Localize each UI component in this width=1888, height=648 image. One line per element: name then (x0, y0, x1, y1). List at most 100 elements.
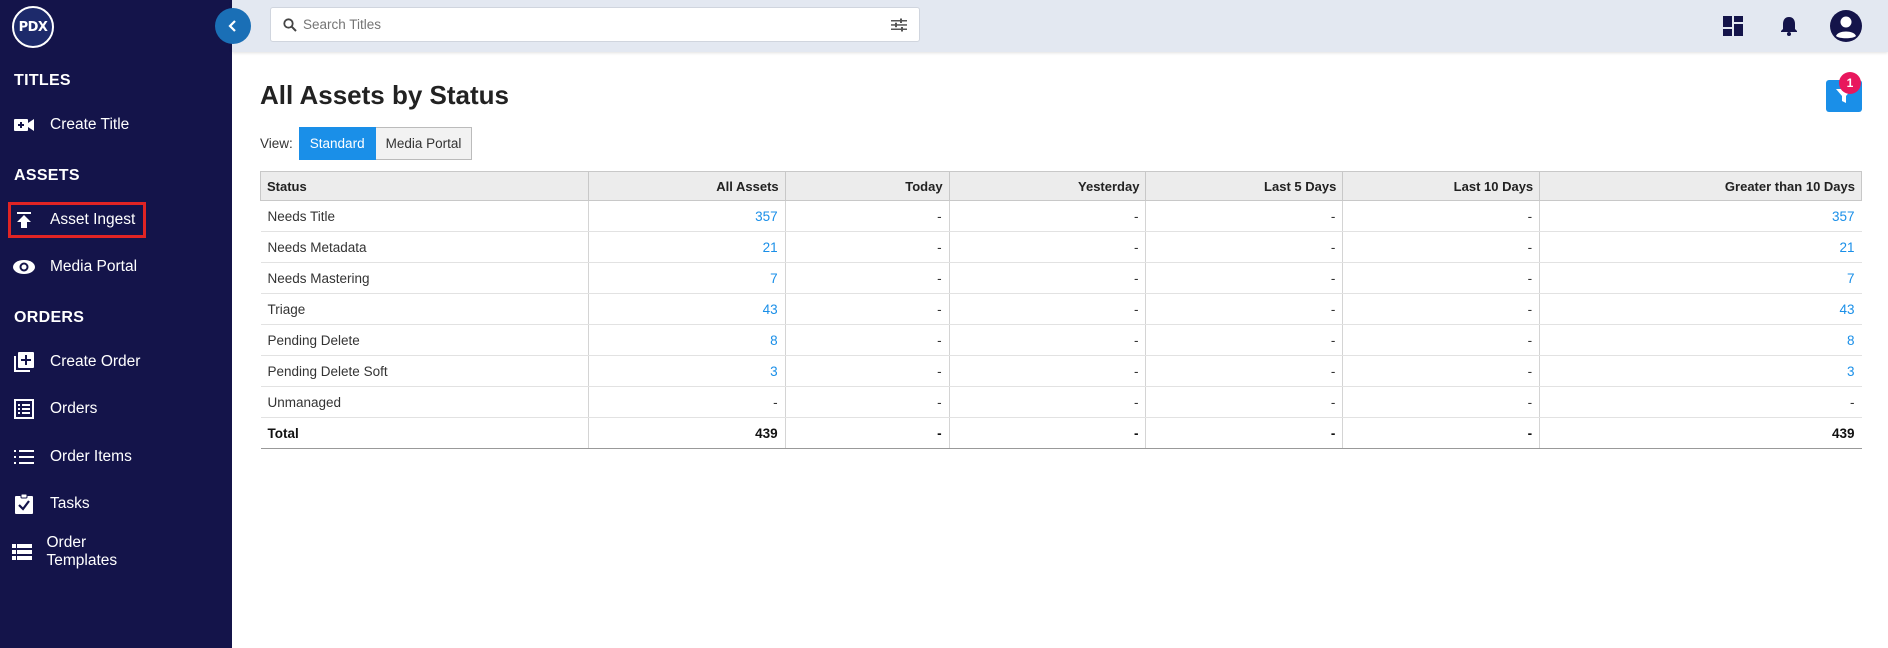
tune-icon[interactable] (885, 18, 913, 32)
view-media-portal-button[interactable]: Media Portal (375, 127, 473, 160)
sidebar-item-create-order[interactable]: Create Order (8, 344, 144, 380)
count-link[interactable]: 7 (587, 262, 786, 294)
table-total-row: Total 439 - - - - 439 (260, 417, 1862, 449)
sidebar-item-order-templates[interactable]: Order Templates (8, 534, 144, 570)
count-cell: - (784, 324, 950, 356)
count-link[interactable]: 43 (587, 293, 786, 325)
status-cell: Needs Mastering (260, 262, 589, 294)
table-header-row: Status All Assets Today Yesterday Last 5… (260, 171, 1862, 201)
count-link[interactable]: 357 (1539, 200, 1862, 232)
column-header[interactable]: Last 10 Days (1342, 171, 1541, 201)
add-box-icon (12, 350, 36, 374)
count-cell: - (1342, 355, 1541, 387)
upload-icon (12, 208, 36, 232)
sidebar-item-media-portal[interactable]: Media Portal (8, 249, 144, 285)
table-row: Needs Metadata 21 - - - - 21 (260, 231, 1862, 263)
column-header[interactable]: All Assets (587, 171, 786, 201)
count-cell: - (784, 262, 950, 294)
search-bar (270, 7, 920, 42)
sidebar-item-label: Create Title (50, 116, 130, 133)
total-label: Total (260, 417, 589, 449)
column-header[interactable]: Today (784, 171, 950, 201)
count-cell: - (784, 293, 950, 325)
count-cell: - (1145, 231, 1344, 263)
count-link[interactable]: 8 (1539, 324, 1862, 356)
count-cell: - (948, 262, 1147, 294)
sidebar-item-asset-ingest[interactable]: Asset Ingest (8, 202, 146, 238)
count-link[interactable]: 7 (1539, 262, 1862, 294)
count-cell: - (784, 200, 950, 232)
total-cell: - (948, 417, 1147, 449)
dashboard-icon[interactable] (1719, 12, 1747, 40)
table-rows-icon (12, 540, 33, 564)
account-avatar-icon[interactable] (1828, 8, 1864, 44)
sidebar: PDX TITLES Create Title ASSETS Asset Ing… (0, 0, 232, 648)
count-link[interactable]: 3 (1539, 355, 1862, 387)
count-cell: - (1145, 262, 1344, 294)
search-icon (277, 17, 303, 32)
sidebar-item-label: Media Portal (50, 258, 138, 275)
count-cell: - (1342, 231, 1541, 263)
view-label: View: (260, 136, 293, 151)
sidebar-item-label: Asset Ingest (50, 211, 136, 228)
count-link[interactable]: 21 (587, 231, 786, 263)
table-row: Pending Delete 8 - - - - 8 (260, 324, 1862, 356)
status-cell: Needs Title (260, 200, 589, 232)
count-cell: - (1145, 386, 1344, 418)
count-link[interactable]: 357 (587, 200, 786, 232)
list-icon (12, 445, 36, 469)
sidebar-item-tasks[interactable]: Tasks (8, 486, 144, 522)
sidebar-item-label: Order Items (50, 448, 132, 465)
count-cell: - (1145, 293, 1344, 325)
count-cell: - (1342, 386, 1541, 418)
total-cell: - (1145, 417, 1344, 449)
count-cell: - (784, 231, 950, 263)
count-link[interactable]: 8 (587, 324, 786, 356)
count-cell: - (948, 324, 1147, 356)
sidebar-item-create-title[interactable]: Create Title (8, 107, 144, 143)
pdx-logo[interactable]: PDX (12, 6, 54, 48)
main-content: All Assets by Status 1 View: Standard Me… (232, 52, 1888, 648)
filter-count-badge: 1 (1839, 72, 1861, 94)
count-cell: - (1145, 324, 1344, 356)
sidebar-item-label: Orders (50, 400, 98, 417)
chevron-left-icon (228, 20, 236, 32)
assets-status-table: Status All Assets Today Yesterday Last 5… (260, 171, 1862, 449)
eye-icon (12, 255, 36, 279)
count-cell: - (1145, 355, 1344, 387)
section-orders: ORDERS (14, 309, 85, 326)
sidebar-item-order-items[interactable]: Order Items (8, 439, 144, 475)
table-row: Pending Delete Soft 3 - - - - 3 (260, 355, 1862, 387)
column-header[interactable]: Last 5 Days (1145, 171, 1344, 201)
sidebar-item-orders[interactable]: Orders (8, 391, 144, 427)
page-title: All Assets by Status (260, 80, 510, 110)
total-cell: 439 (587, 417, 786, 449)
status-cell: Needs Metadata (260, 231, 589, 263)
count-cell: - (948, 293, 1147, 325)
count-cell: - (1342, 324, 1541, 356)
status-cell: Pending Delete (260, 324, 589, 356)
count-cell: - (1342, 262, 1541, 294)
count-cell: - (1145, 200, 1344, 232)
table-row: Needs Mastering 7 - - - - 7 (260, 262, 1862, 294)
count-link[interactable]: 3 (587, 355, 786, 387)
count-cell: - (948, 355, 1147, 387)
total-cell: 439 (1539, 417, 1862, 449)
table-row: Unmanaged - - - - - - (260, 386, 1862, 418)
count-cell: - (1342, 200, 1541, 232)
column-header[interactable]: Greater than 10 Days (1539, 171, 1862, 201)
count-link[interactable]: 21 (1539, 231, 1862, 263)
view-standard-button[interactable]: Standard (298, 127, 376, 160)
column-header[interactable]: Status (260, 171, 589, 201)
sidebar-item-label: Tasks (50, 495, 90, 512)
view-switcher: View: Standard Media Portal (260, 127, 473, 160)
bell-icon[interactable] (1775, 12, 1803, 40)
search-input[interactable] (303, 17, 885, 32)
topbar (232, 0, 1888, 52)
count-link[interactable]: 43 (1539, 293, 1862, 325)
status-cell: Pending Delete Soft (260, 355, 589, 387)
column-header[interactable]: Yesterday (948, 171, 1147, 201)
count-cell: - (587, 386, 786, 418)
collapse-sidebar-button[interactable] (215, 8, 251, 44)
count-cell: - (1539, 386, 1862, 418)
